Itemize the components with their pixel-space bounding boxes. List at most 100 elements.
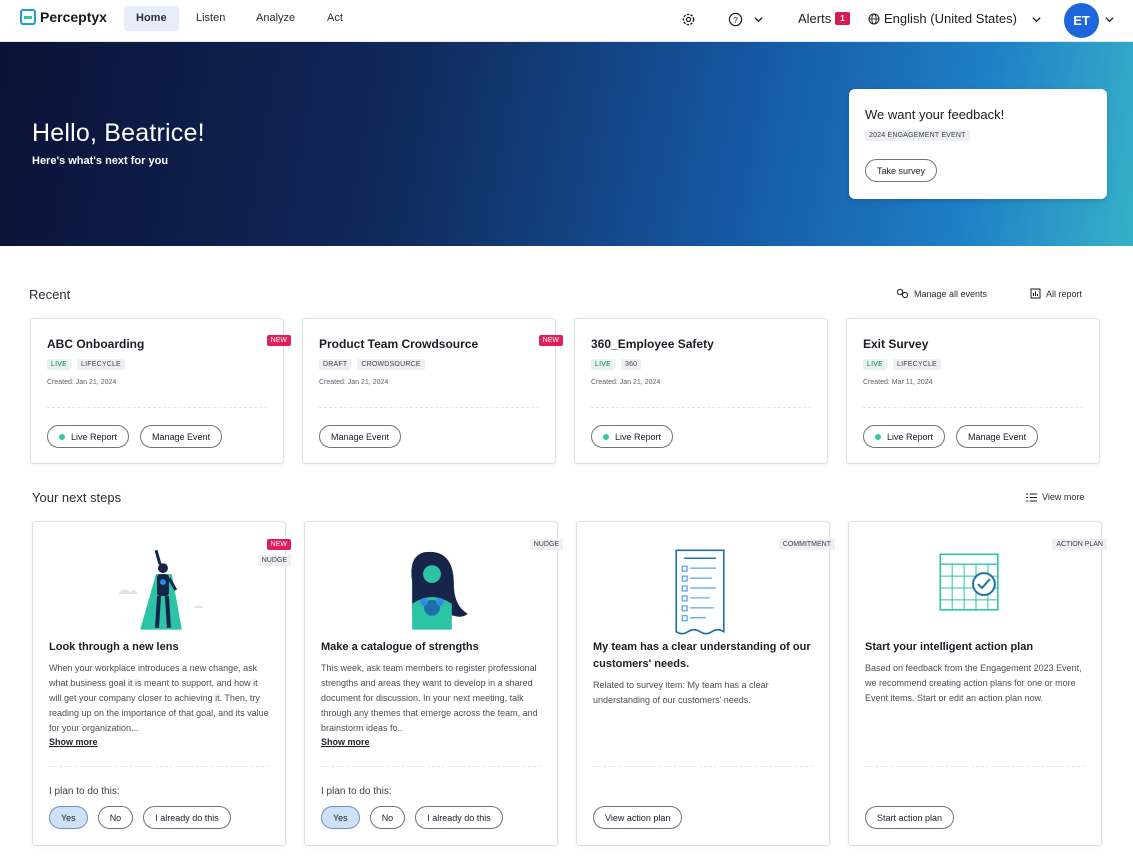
view-more-link[interactable]: View more [1026, 492, 1084, 502]
divider [319, 407, 539, 408]
recent-event-card[interactable]: ABC Onboarding NEW LIVE LIFECYCLE Create… [30, 318, 291, 464]
plan-label: I plan to do this: [321, 786, 392, 797]
take-survey-button[interactable]: Take survey [865, 159, 938, 182]
type-badge: LIFECYCLE [892, 359, 941, 370]
step-title: Look through a new lens [49, 641, 179, 653]
type-badge: CROWDSOURCE [357, 359, 425, 370]
recent-event-card[interactable]: Exit Survey LIVE LIFECYCLE Created: Mar … [846, 318, 1100, 464]
tab-listen[interactable]: Listen [184, 6, 237, 31]
divider [49, 766, 269, 767]
created-date: Created: Jan 21, 2024 [591, 379, 661, 386]
new-badge: NEW [266, 335, 291, 346]
woman-with-flower-illustration [411, 551, 468, 630]
avatar-chevron-down-icon[interactable] [1104, 14, 1115, 25]
created-date: Created: Mar 11, 2024 [863, 379, 933, 386]
already-do-this-button[interactable]: I already do this [143, 806, 231, 829]
step-body: Related to survey item: My team has a cl… [593, 680, 769, 705]
logo-text: Perceptyx [40, 9, 107, 25]
settings-gear-icon[interactable] [679, 10, 697, 28]
live-report-label: Live Report [615, 431, 662, 442]
plan-label: I plan to do this: [49, 786, 120, 797]
next-step-card[interactable]: ACTION PLAN Start your intelligent actio… [848, 521, 1107, 846]
perceptyx-logo[interactable]: Perceptyx [20, 9, 107, 25]
event-title: Exit Survey [863, 337, 929, 351]
next-step-card[interactable]: COMMITMENT My team has a clear understan… [576, 521, 835, 846]
created-date: Created: Jan 21, 2024 [47, 379, 117, 386]
manage-event-button[interactable]: Manage Event [140, 425, 223, 448]
feedback-event-tag: 2024 ENGAGEMENT EVENT [865, 130, 970, 141]
type-badge: LIFECYCLE [76, 359, 125, 370]
tab-act[interactable]: Act [315, 6, 355, 31]
feedback-card: We want your feedback! 2024 ENGAGEMENT E… [849, 89, 1107, 199]
recent-heading: Recent [29, 287, 71, 302]
feedback-title: We want your feedback! [865, 107, 1005, 122]
type-badge: 360 [620, 359, 642, 370]
show-more-link[interactable]: Show more [321, 737, 370, 747]
all-report-label: All report [1046, 288, 1083, 299]
live-report-label: Live Report [71, 431, 118, 442]
live-report-button[interactable]: Live Report [863, 425, 946, 448]
help-icon[interactable]: ? [726, 10, 744, 28]
step-body: Based on feedback from the Engagement 20… [865, 663, 1082, 703]
live-dot-icon [603, 433, 609, 440]
list-icon [1026, 493, 1037, 501]
step-title: My team has a clear understanding of our… [593, 641, 811, 670]
yes-button[interactable]: Yes [49, 806, 88, 829]
step-body: This week, ask team members to register … [321, 663, 538, 733]
divider [865, 766, 1085, 767]
view-action-plan-button[interactable]: View action plan [593, 806, 683, 829]
tab-analyze[interactable]: Analyze [244, 6, 307, 31]
report-icon [1030, 288, 1041, 299]
live-report-button[interactable]: Live Report [591, 425, 674, 448]
live-dot-icon [875, 433, 881, 440]
alerts-count-badge: 1 [835, 12, 850, 25]
divider [593, 766, 813, 767]
tab-home[interactable]: Home [124, 6, 179, 31]
manage-event-button[interactable]: Manage Event [319, 425, 402, 448]
yes-button[interactable]: Yes [321, 806, 360, 829]
user-avatar[interactable]: ET [1064, 3, 1099, 38]
live-report-button[interactable]: Live Report [47, 425, 130, 448]
status-badge: LIVE [863, 359, 887, 370]
manage-all-events-link[interactable]: Manage all events [896, 288, 987, 299]
status-badge: LIVE [47, 359, 71, 370]
view-more-label: View more [1042, 492, 1085, 502]
greeting-subtitle: Here's what's next for you [32, 155, 169, 167]
status-badge: DRAFT [319, 359, 352, 370]
step-body: When your workplace introduces a new cha… [49, 663, 269, 733]
alerts-button[interactable]: Alerts 1 [798, 11, 850, 26]
manage-all-events-label: Manage all events [914, 288, 988, 299]
language-selector[interactable]: English (United States) [868, 11, 1017, 26]
created-date: Created: Jan 21, 2024 [319, 379, 389, 386]
alerts-label: Alerts [798, 11, 832, 26]
step-title: Start your intelligent action plan [865, 641, 1034, 653]
globe-icon [868, 13, 880, 24]
divider [863, 407, 1083, 408]
no-button[interactable]: No [97, 806, 134, 829]
already-do-this-button[interactable]: I already do this [415, 806, 503, 829]
calendar-check-illustration [939, 553, 999, 611]
superhero-illustration [118, 549, 204, 630]
manage-event-button[interactable]: Manage Event [956, 425, 1039, 448]
show-more-link[interactable]: Show more [49, 737, 98, 747]
no-button[interactable]: No [369, 806, 406, 829]
new-badge: NEW [538, 335, 563, 346]
help-chevron-down-icon[interactable] [753, 14, 764, 25]
all-report-link[interactable]: All report [1030, 288, 1082, 299]
start-action-plan-button[interactable]: Start action plan [865, 806, 955, 829]
event-title: Product Team Crowdsource [319, 337, 479, 351]
recent-event-card[interactable]: 360_Employee Safety LIVE 360 Created: Ja… [574, 318, 828, 464]
live-report-label: Live Report [887, 431, 934, 442]
svg-text:?: ? [733, 14, 738, 24]
event-title: 360_Employee Safety [591, 337, 714, 351]
top-navigation-bar: Perceptyx Home Listen Analyze Act ? Aler… [0, 0, 1133, 42]
events-icon [896, 288, 909, 299]
language-label: English (United States) [884, 11, 1017, 26]
next-step-card[interactable]: NEW NUDGE Look through a new lens When y… [32, 521, 291, 846]
next-step-card[interactable]: NUDGE Make a catalogue of strengths This… [304, 521, 563, 846]
recent-event-card[interactable]: Product Team Crowdsource NEW DRAFT CROWD… [302, 318, 563, 464]
next-steps-heading: Your next steps [32, 490, 122, 505]
language-chevron-down-icon[interactable] [1031, 14, 1042, 25]
logo-icon [20, 9, 36, 25]
status-badge: LIVE [591, 359, 615, 370]
